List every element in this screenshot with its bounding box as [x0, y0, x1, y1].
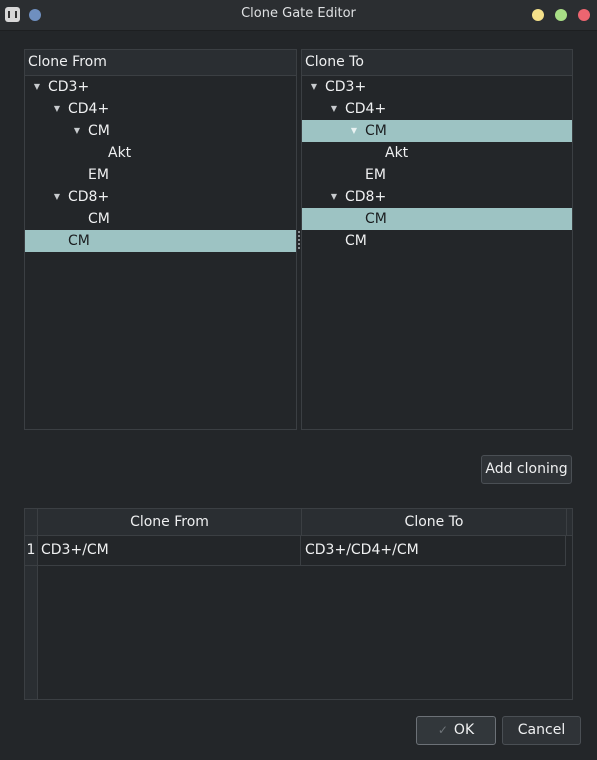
tree-item-label: EM: [88, 167, 109, 183]
cancel-button[interactable]: Cancel: [502, 716, 581, 745]
row-number-header[interactable]: [25, 509, 38, 535]
tree-item[interactable]: ▼ CD4+: [25, 98, 296, 120]
tree-item[interactable]: ▼ CD3+: [302, 76, 572, 98]
title-bar[interactable]: Clone Gate Editor: [0, 0, 597, 31]
table-row[interactable]: 1 CD3+/CM CD3+/CD4+/CM: [25, 536, 566, 566]
clone-to-tree-body[interactable]: ▼ CD3+ ▼ CD4+ ▼ CM Akt EM ▼ CD8+ CM CM: [302, 76, 572, 252]
tree-item-label: CM: [365, 211, 387, 227]
expand-arrow-icon[interactable]: ▼: [32, 76, 42, 98]
tree-item-label: CD4+: [68, 101, 110, 117]
tree-item[interactable]: ▼ CM: [302, 120, 572, 142]
expand-arrow-icon[interactable]: ▼: [329, 98, 339, 120]
tree-item-label: CD8+: [345, 189, 387, 205]
tree-item-label: CM: [88, 211, 110, 227]
tree-item[interactable]: EM: [25, 164, 296, 186]
tree-item[interactable]: ▼ CM: [25, 120, 296, 142]
tree-item-label: CD3+: [325, 79, 367, 95]
window-title: Clone Gate Editor: [241, 6, 356, 21]
maximize-button[interactable]: [555, 9, 567, 21]
column-header-clone-to[interactable]: Clone To: [302, 509, 567, 535]
tree-item-label: CM: [68, 233, 90, 249]
tree-item-label: EM: [365, 167, 386, 183]
tree-item-label: Akt: [385, 145, 409, 161]
ok-label: OK: [453, 722, 475, 738]
tree-item[interactable]: Akt: [25, 142, 296, 164]
add-cloning-button[interactable]: Add cloning: [481, 455, 572, 484]
tree-item[interactable]: CM: [25, 230, 296, 252]
tree-item-label: Akt: [108, 145, 132, 161]
tree-item-label: CM: [88, 123, 110, 139]
column-header-clone-from[interactable]: Clone From: [38, 509, 302, 535]
minimize-button[interactable]: [532, 9, 544, 21]
ok-button[interactable]: ✓ OK: [416, 716, 496, 745]
clone-from-header[interactable]: Clone From: [25, 50, 296, 76]
tree-item-label: CD3+: [48, 79, 90, 95]
tree-item[interactable]: EM: [302, 164, 572, 186]
tree-item[interactable]: ▼ CD8+: [25, 186, 296, 208]
expand-arrow-icon[interactable]: ▼: [329, 186, 339, 208]
close-button[interactable]: [578, 9, 590, 21]
expand-arrow-icon[interactable]: ▼: [349, 120, 359, 142]
table-header: Clone From Clone To: [25, 509, 572, 536]
tree-item[interactable]: CM: [25, 208, 296, 230]
tree-item[interactable]: ▼ CD4+: [302, 98, 572, 120]
tree-item[interactable]: ▼ CD8+: [302, 186, 572, 208]
clone-from-tree-body[interactable]: ▼ CD3+ ▼ CD4+ ▼ CM Akt EM ▼ CD8+ CM CM: [25, 76, 296, 252]
expand-arrow-icon[interactable]: ▼: [309, 76, 319, 98]
expand-arrow-icon[interactable]: ▼: [52, 98, 62, 120]
cell-clone-from[interactable]: CD3+/CM: [41, 536, 301, 565]
expand-arrow-icon[interactable]: ▼: [52, 186, 62, 208]
cell-clone-to[interactable]: CD3+/CD4+/CM: [305, 536, 566, 565]
tree-item[interactable]: ▼ CD3+: [25, 76, 296, 98]
tree-item-label: CM: [345, 233, 367, 249]
tree-item[interactable]: CM: [302, 208, 572, 230]
row-number[interactable]: 1: [25, 536, 37, 565]
tree-item-label: CM: [365, 123, 387, 139]
tree-item[interactable]: Akt: [302, 142, 572, 164]
checkmark-icon: ✓: [437, 723, 448, 737]
cloning-table[interactable]: Clone From Clone To 1 CD3+/CM CD3+/CD4+/…: [24, 508, 573, 700]
cancel-label: Cancel: [517, 722, 566, 738]
tree-item-label: CD4+: [345, 101, 387, 117]
tree-item[interactable]: CM: [302, 230, 572, 252]
clone-from-tree[interactable]: Clone From ▼ CD3+ ▼ CD4+ ▼ CM Akt EM ▼ CD8+ CM CM: [24, 49, 297, 430]
expand-arrow-icon[interactable]: ▼: [72, 120, 82, 142]
clone-to-header[interactable]: Clone To: [302, 50, 572, 76]
clone-to-tree[interactable]: Clone To ▼ CD3+ ▼ CD4+ ▼ CM Akt EM ▼ CD8+ CM CM: [301, 49, 573, 430]
tree-item-label: CD8+: [68, 189, 110, 205]
